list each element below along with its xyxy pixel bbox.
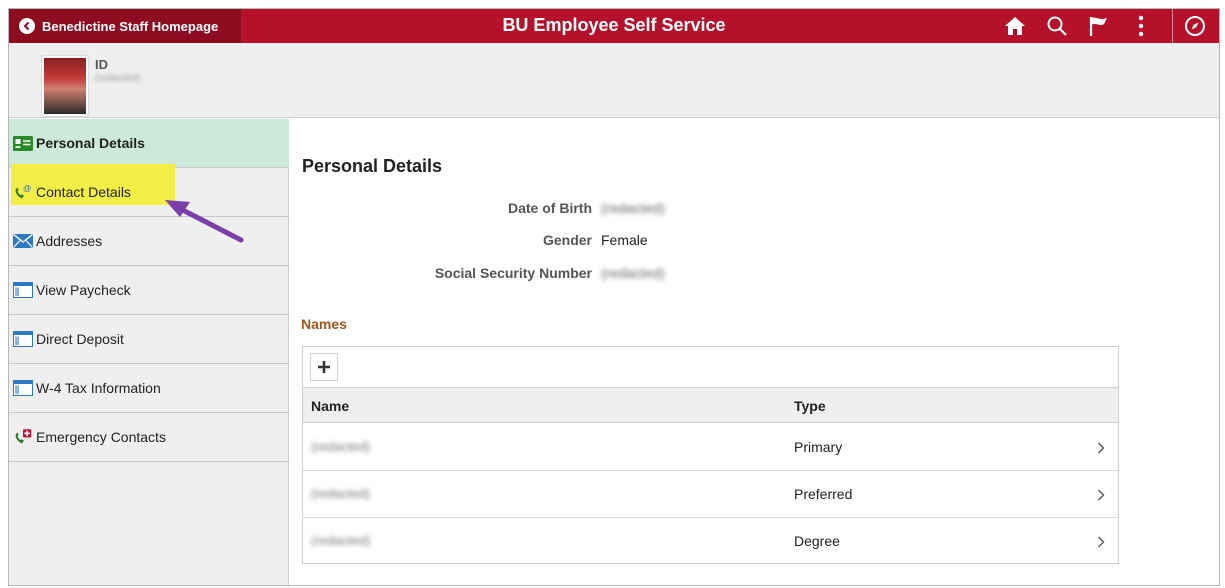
add-name-button[interactable] [310,353,338,381]
employee-id-label: ID [95,57,108,72]
document-window-icon [13,380,33,396]
name-cell: (redacted) [311,439,371,454]
id-card-icon [13,135,33,151]
gender-value: Female [601,232,648,248]
names-grid-header: Name Type [303,387,1118,423]
page-title: Personal Details [302,156,443,176]
sidebar-item-direct-deposit[interactable]: Direct Deposit [9,315,289,364]
avatar [41,55,89,117]
search-icon[interactable] [1039,9,1075,43]
sidebar: Personal Details @ Contact Details Addre… [9,119,289,585]
chevron-right-icon [1097,535,1105,551]
back-button[interactable]: Benedictine Staff Homepage [9,9,241,43]
name-cell: (redacted) [311,533,371,548]
type-cell: Degree [794,533,840,549]
sidebar-item-emergency-contacts[interactable]: Emergency Contacts [9,413,289,462]
app-header: Benedictine Staff Homepage BU Employee S… [9,9,1219,43]
sidebar-item-label: Addresses [36,233,103,249]
field-label-ssn: Social Security Number [434,265,592,281]
phone-cross-icon [13,429,33,445]
employee-id-value: (redacted) [95,73,141,84]
chevron-right-icon [1097,441,1105,457]
profile-bar: ID (redacted) [9,43,1219,118]
names-grid: Name Type (redacted) Primary (redacted) … [302,346,1119,564]
field-label-gender: Gender [542,232,592,248]
table-row[interactable]: (redacted) Preferred [303,471,1118,518]
name-cell: (redacted) [311,486,371,501]
document-window-icon [13,282,33,298]
column-header-name: Name [311,398,350,414]
more-options-icon[interactable] [1123,9,1159,43]
sidebar-item-w4-tax-information[interactable]: W-4 Tax Information [9,364,289,413]
plus-icon [318,361,330,373]
svg-text:@: @ [23,184,31,193]
sidebar-item-label: View Paycheck [36,282,131,298]
type-cell: Primary [794,439,843,455]
field-label-date-of-birth: Date of Birth [508,200,592,216]
sidebar-item-label: Emergency Contacts [36,429,166,445]
sidebar-item-label: W-4 Tax Information [36,380,161,396]
sidebar-item-addresses[interactable]: Addresses [9,217,289,266]
chevron-right-icon [1097,488,1105,504]
sidebar-item-contact-details[interactable]: @ Contact Details [9,168,289,217]
flag-icon[interactable] [1081,9,1117,43]
header-divider [1172,9,1173,43]
back-button-label: Benedictine Staff Homepage [42,18,219,34]
sidebar-item-label: Direct Deposit [36,331,124,347]
table-row[interactable]: (redacted) Degree [303,518,1118,565]
phone-at-icon: @ [13,184,33,200]
main-content: Personal Details Date of Birth (redacted… [290,119,1219,585]
home-icon[interactable] [997,9,1033,43]
date-of-birth-value: (redacted) [601,200,665,216]
sidebar-item-personal-details[interactable]: Personal Details [9,119,289,168]
document-window-icon [13,331,33,347]
envelope-icon [13,233,33,249]
table-row[interactable]: (redacted) Primary [303,424,1118,471]
names-section-title: Names [301,316,347,332]
sidebar-item-label: Contact Details [36,184,131,200]
chevron-left-icon [19,18,35,34]
ssn-value: (redacted) [601,265,665,281]
app-frame: Benedictine Staff Homepage BU Employee S… [8,8,1220,586]
column-header-type: Type [794,398,826,414]
sidebar-item-label: Personal Details [36,135,145,151]
type-cell: Preferred [794,486,853,502]
sidebar-item-view-paycheck[interactable]: View Paycheck [9,266,289,315]
navbar-compass-icon[interactable] [1177,9,1213,43]
